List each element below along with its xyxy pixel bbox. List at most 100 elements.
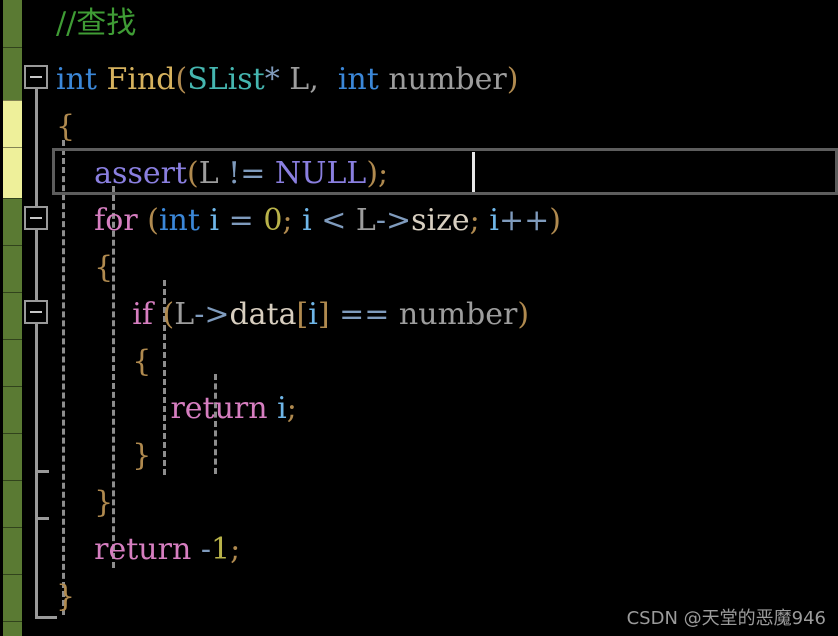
token-function: Find (106, 62, 176, 97)
token-keyword: int (158, 203, 200, 238)
code-line[interactable]: assert(L != NULL); (0, 150, 388, 197)
token-punct: ) (549, 203, 561, 238)
token-op: == (339, 297, 390, 332)
token-macro: assert (94, 156, 187, 191)
code-line[interactable]: } (0, 573, 75, 620)
token-punct: ; (378, 156, 389, 191)
code-line[interactable]: { (0, 244, 113, 291)
token-op: ++ (498, 203, 550, 238)
token-control: return (94, 532, 192, 567)
csdn-watermark: CSDN @天堂的恶魔946 (626, 608, 826, 629)
code-line[interactable]: { (0, 103, 75, 150)
token-macro: NULL (274, 156, 367, 191)
token-op: = (228, 203, 254, 238)
token-op: < (321, 203, 347, 238)
code-line[interactable]: if (L->data[i] == number) (0, 291, 529, 338)
code-editor[interactable]: //查找 int Find(SList* L, int number){ asse… (0, 0, 838, 636)
token-variable: i (308, 297, 318, 332)
code-line[interactable]: int Find(SList* L, int number) (0, 56, 518, 103)
token-punct: ] (317, 297, 330, 332)
token-plain: L (198, 156, 219, 191)
token-op: -> (194, 297, 230, 332)
token-op: - (200, 532, 211, 567)
token-punct: ( (186, 156, 199, 191)
token-plain: L (355, 203, 376, 238)
token-control: return (170, 391, 268, 426)
token-punct: } (94, 485, 114, 520)
token-punct: ( (175, 62, 188, 97)
token-punct: ; (230, 532, 241, 567)
code-line[interactable]: { (0, 338, 151, 385)
code-line[interactable]: for (int i = 0; i < L->size; i++) (0, 197, 561, 244)
token-punct: ( (162, 297, 175, 332)
token-plain: number (388, 62, 507, 97)
token-punct: { (132, 344, 152, 379)
code-line[interactable]: return i; (0, 385, 297, 432)
token-keyword: int (337, 62, 379, 97)
code-line[interactable]: return -1; (0, 526, 240, 573)
token-keyword: int (56, 62, 97, 97)
token-comment: //查找 (56, 6, 137, 41)
token-punct: ) (506, 62, 519, 97)
token-number: 1 (210, 532, 231, 567)
token-variable: i (209, 203, 220, 238)
token-variable: i (302, 203, 312, 238)
token-punct: ) (517, 297, 530, 332)
token-number: 0 (263, 203, 283, 238)
token-variable: i (489, 203, 499, 238)
token-plain: number (398, 297, 518, 332)
token-punct: [ (296, 297, 309, 332)
code-line[interactable]: //查找 (0, 0, 136, 47)
code-text-area[interactable]: //查找 int Find(SList* L, int number){ asse… (0, 0, 838, 636)
token-op: != (228, 156, 266, 191)
token-op: * (264, 62, 280, 97)
token-punct: } (56, 579, 76, 614)
token-plain: , (309, 62, 319, 97)
token-punct: { (94, 250, 114, 285)
token-type: SList (187, 62, 265, 97)
code-line[interactable]: } (0, 479, 113, 526)
token-control: for (94, 203, 138, 238)
token-punct: ; (286, 391, 297, 426)
token-punct: } (132, 438, 152, 473)
token-op: -> (375, 203, 412, 238)
token-field: size (411, 203, 470, 238)
token-punct: ( (147, 203, 159, 238)
token-punct: { (56, 109, 76, 144)
token-punct: ; (469, 203, 480, 238)
token-field: data (229, 297, 297, 332)
token-plain: L (289, 62, 310, 97)
token-variable: i (277, 391, 287, 426)
token-control: if (132, 297, 153, 332)
token-punct: ; (282, 203, 293, 238)
token-plain: L (174, 297, 195, 332)
code-line[interactable]: } (0, 432, 151, 479)
token-punct: ) (366, 156, 379, 191)
